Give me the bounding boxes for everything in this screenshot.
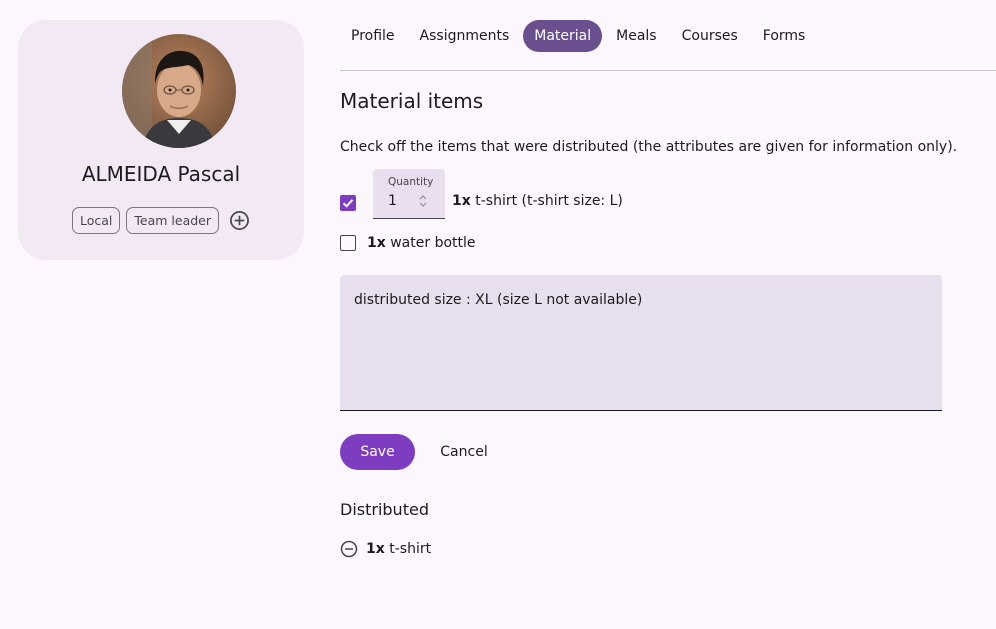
cancel-button[interactable]: Cancel xyxy=(426,434,502,470)
item-tshirt-count: 1x xyxy=(452,193,471,209)
tab-forms[interactable]: Forms xyxy=(752,20,817,52)
tag-chip-local[interactable]: Local xyxy=(72,207,121,234)
check-icon xyxy=(342,199,354,208)
item-tshirt-checkbox[interactable] xyxy=(340,195,356,211)
item-water-bottle-name: water bottle xyxy=(390,235,476,251)
avatar-photo xyxy=(122,34,236,148)
item-water-bottle-count: 1x xyxy=(367,235,386,251)
item-tshirt-text: 1x t-shirt (t-shirt size: L) xyxy=(452,193,623,209)
distributed-title: Distributed xyxy=(340,500,429,519)
item-tshirt-name: t-shirt (t-shirt size: L) xyxy=(475,193,623,209)
tag-chip-team-leader[interactable]: Team leader xyxy=(126,207,220,234)
avatar xyxy=(122,34,236,148)
remove-circle-icon[interactable] xyxy=(340,540,358,558)
tab-meals[interactable]: Meals xyxy=(605,20,667,52)
quantity-label: Quantity xyxy=(388,176,434,188)
distributed-item: 1x t-shirt xyxy=(366,541,431,557)
profile-name: ALMEIDA Pascal xyxy=(81,162,241,186)
tab-bar: Profile Assignments Material Meals Cours… xyxy=(340,20,819,52)
item-water-bottle-checkbox[interactable] xyxy=(340,235,356,251)
tab-assignments[interactable]: Assignments xyxy=(409,20,521,52)
instructions-text: Check off the items that were distribute… xyxy=(340,139,958,155)
spinner-arrows-icon[interactable] xyxy=(417,194,429,208)
save-button[interactable]: Save xyxy=(340,434,415,470)
profile-card: ALMEIDA Pascal Local Team leader xyxy=(18,20,304,260)
tab-material[interactable]: Material xyxy=(523,20,603,52)
tab-courses[interactable]: Courses xyxy=(671,20,749,52)
tag-chips: Local Team leader xyxy=(72,207,250,234)
section-title: Material items xyxy=(340,89,484,113)
item-water-bottle-text: 1x water bottle xyxy=(367,235,476,251)
notes-textarea[interactable]: distributed size : XL (size L not availa… xyxy=(340,275,942,411)
quantity-value: 1 xyxy=(388,193,397,209)
quantity-field[interactable]: Quantity 1 xyxy=(373,169,445,219)
add-tag-icon[interactable] xyxy=(229,210,250,231)
tab-profile[interactable]: Profile xyxy=(340,20,406,52)
distributed-item-name: t-shirt xyxy=(389,541,432,557)
tab-divider xyxy=(340,70,996,71)
distributed-item-count: 1x xyxy=(366,541,385,557)
